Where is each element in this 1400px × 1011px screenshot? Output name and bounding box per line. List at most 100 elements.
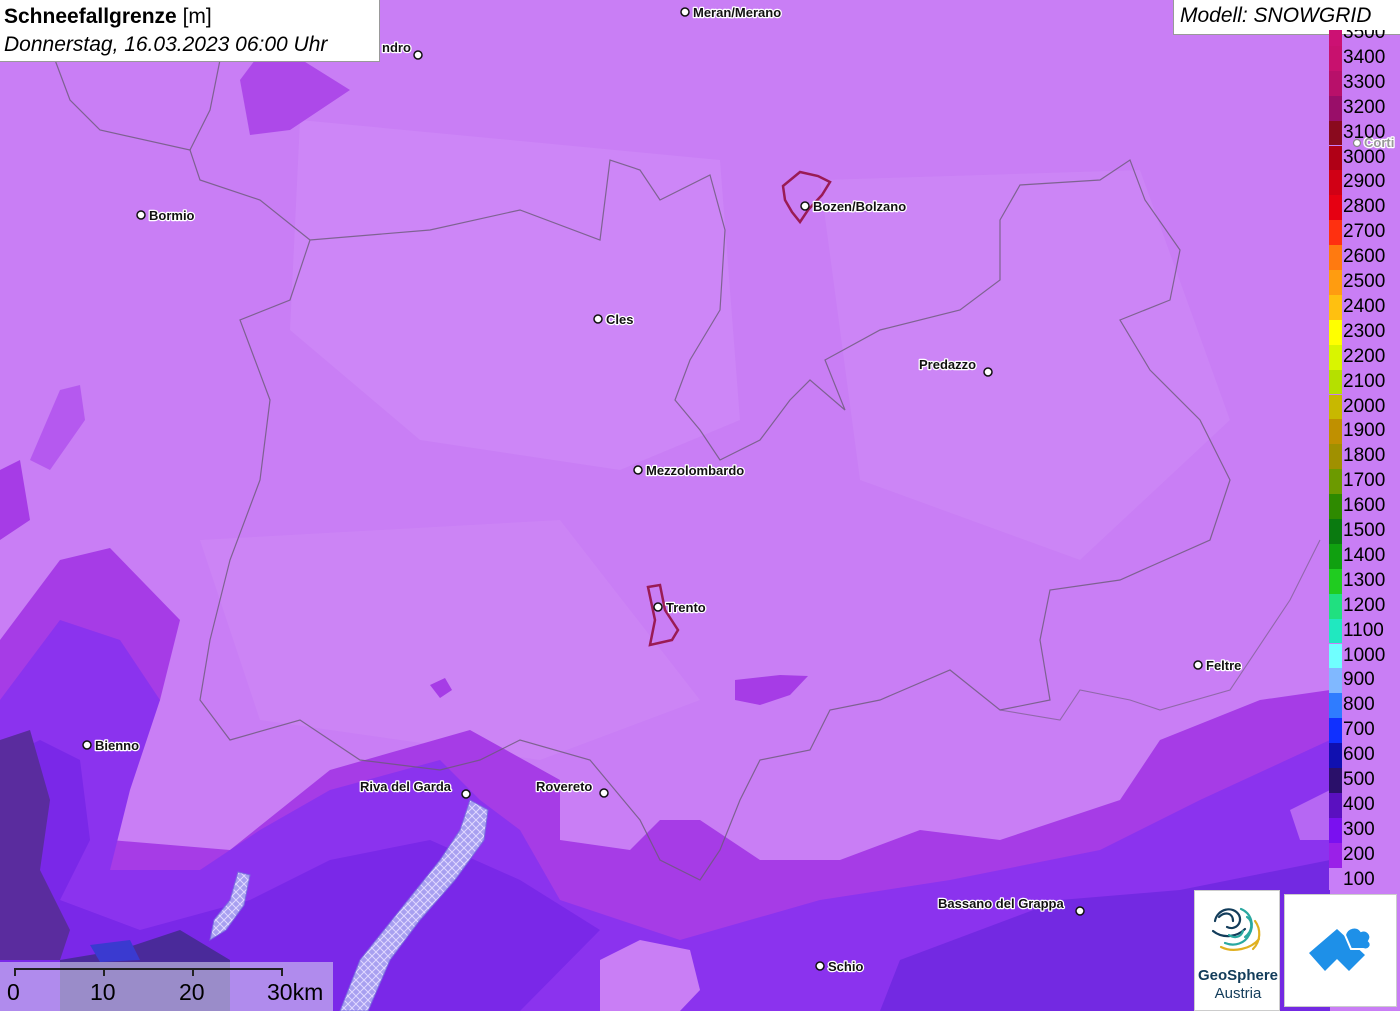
legend-item: 2300 [1329, 319, 1400, 345]
legend-swatch [1329, 519, 1342, 544]
legend-swatch [1329, 145, 1342, 171]
city-label: Bienno [95, 738, 139, 753]
legend-label: 2400 [1343, 295, 1386, 317]
city-marker-mezzolombardo[interactable]: Mezzolombardo [633, 462, 746, 479]
legend-swatch [1329, 95, 1342, 121]
geosphere-country: Austria [1214, 985, 1262, 1002]
legend-swatch [1329, 568, 1342, 594]
legend-swatch [1329, 170, 1342, 196]
cloud-arrow-icon [1309, 926, 1372, 971]
legend-item: 100 [1329, 867, 1400, 890]
legend-item: 900 [1329, 668, 1400, 694]
scale-tick [14, 968, 16, 976]
legend-label: 800 [1343, 694, 1375, 716]
legend-label: 2100 [1343, 370, 1386, 392]
scale-label: 10 [90, 979, 116, 1005]
geosphere-logo[interactable]: GeoSphere Austria [1194, 890, 1280, 1011]
legend-item: 1100 [1329, 618, 1400, 644]
legend-item: 3500 [1329, 30, 1400, 46]
city-label: Bozen/Bolzano [813, 199, 906, 214]
city-marker-meran[interactable]: Meran/Merano [680, 4, 782, 21]
legend-swatch [1329, 618, 1342, 644]
city-label: Predazzo [919, 357, 976, 372]
legend-label: 1600 [1343, 495, 1386, 517]
city-label: Mezzolombardo [646, 463, 744, 478]
legend-item: 1000 [1329, 643, 1400, 669]
legend-swatch [1329, 668, 1342, 694]
legend-swatch [1329, 245, 1342, 270]
legend-item: 2600 [1329, 245, 1400, 270]
legend-label: 2800 [1343, 196, 1386, 218]
legend-label: 600 [1343, 744, 1375, 766]
map-title: Schneefallgrenze [m] [4, 3, 375, 31]
legend-swatch [1329, 643, 1342, 669]
legend-label: 3100 [1343, 121, 1386, 143]
legend-item: 1500 [1329, 519, 1400, 544]
legend-swatch [1329, 45, 1342, 71]
map-title-text: Schneefallgrenze [4, 5, 177, 28]
legend-swatch [1329, 419, 1342, 445]
legend-item: 2700 [1329, 220, 1400, 246]
legend-swatch [1329, 842, 1342, 868]
legend-item: 2900 [1329, 170, 1400, 196]
snowfall-map[interactable]: Meran/Merano ndro Bozen/Bolzano Bormio C… [0, 0, 1400, 1011]
map-title-box: Schneefallgrenze [m] Donnerstag, 16.03.2… [0, 0, 380, 62]
legend-item: 3400 [1329, 45, 1400, 71]
city-label: Cles [606, 312, 633, 327]
legend-swatch [1329, 30, 1342, 46]
color-legend: 3500 3400 3300 3200 3100 3000 2900 2800 2700 2600… [1329, 30, 1400, 890]
legend-label: 300 [1343, 818, 1375, 840]
scale-tick [281, 968, 283, 976]
legend-label: 2500 [1343, 271, 1386, 292]
geosphere-emblem-icon [1211, 907, 1261, 951]
scale-tick [103, 968, 105, 976]
scale-bar: 0 10 20 30km [0, 962, 333, 1011]
legend-item: 1900 [1329, 419, 1400, 445]
legend-label: 1300 [1343, 569, 1386, 591]
scale-label: 20 [179, 979, 205, 1005]
scale-line [14, 968, 282, 970]
legend-swatch [1329, 743, 1342, 768]
city-marker-bolzano[interactable]: Bozen/Bolzano [800, 198, 907, 215]
legend-item: 600 [1329, 743, 1400, 768]
map-title-unit: [m] [182, 5, 212, 28]
legend-item: 300 [1329, 817, 1400, 843]
legend-item: 2800 [1329, 195, 1400, 221]
legend-item: 2200 [1329, 344, 1400, 370]
legend-swatch [1329, 593, 1342, 619]
scale-label: 30km [267, 979, 324, 1005]
legend-label: 400 [1343, 793, 1375, 815]
legend-swatch [1329, 195, 1342, 221]
legend-label: 700 [1343, 719, 1375, 741]
city-label: Bormio [149, 208, 195, 223]
legend-label: 1700 [1343, 470, 1386, 492]
legend-swatch [1329, 394, 1342, 420]
legend-swatch [1329, 369, 1342, 395]
legend-label: 900 [1343, 669, 1375, 691]
legend-label: 3400 [1343, 46, 1386, 68]
city-label: Rovereto [536, 779, 592, 794]
city-label: ndro [382, 40, 411, 55]
legend-item: 2000 [1329, 394, 1400, 420]
legend-item: 3100 [1329, 120, 1400, 146]
legend-item: 2400 [1329, 294, 1400, 320]
city-label: Meran/Merano [693, 5, 781, 20]
legend-label: 3200 [1343, 96, 1386, 118]
legend-item: 1300 [1329, 568, 1400, 594]
city-label: Trento [666, 600, 706, 615]
legend-label: 1000 [1343, 644, 1386, 666]
legend-swatch [1329, 494, 1342, 519]
legend-swatch [1329, 543, 1342, 569]
legend-label: 2200 [1343, 345, 1386, 367]
legend-item: 1600 [1329, 494, 1400, 519]
legend-label: 3300 [1343, 71, 1386, 93]
legend-item: 200 [1329, 842, 1400, 868]
legend-label: 100 [1343, 868, 1375, 890]
legend-label: 3500 [1343, 30, 1386, 43]
legend-item: 3200 [1329, 95, 1400, 121]
legend-label: 2000 [1343, 395, 1386, 417]
weather-app-logo[interactable] [1284, 894, 1397, 1007]
legend-label: 1900 [1343, 420, 1386, 442]
legend-label: 1200 [1343, 594, 1386, 616]
city-label: Feltre [1206, 658, 1241, 673]
